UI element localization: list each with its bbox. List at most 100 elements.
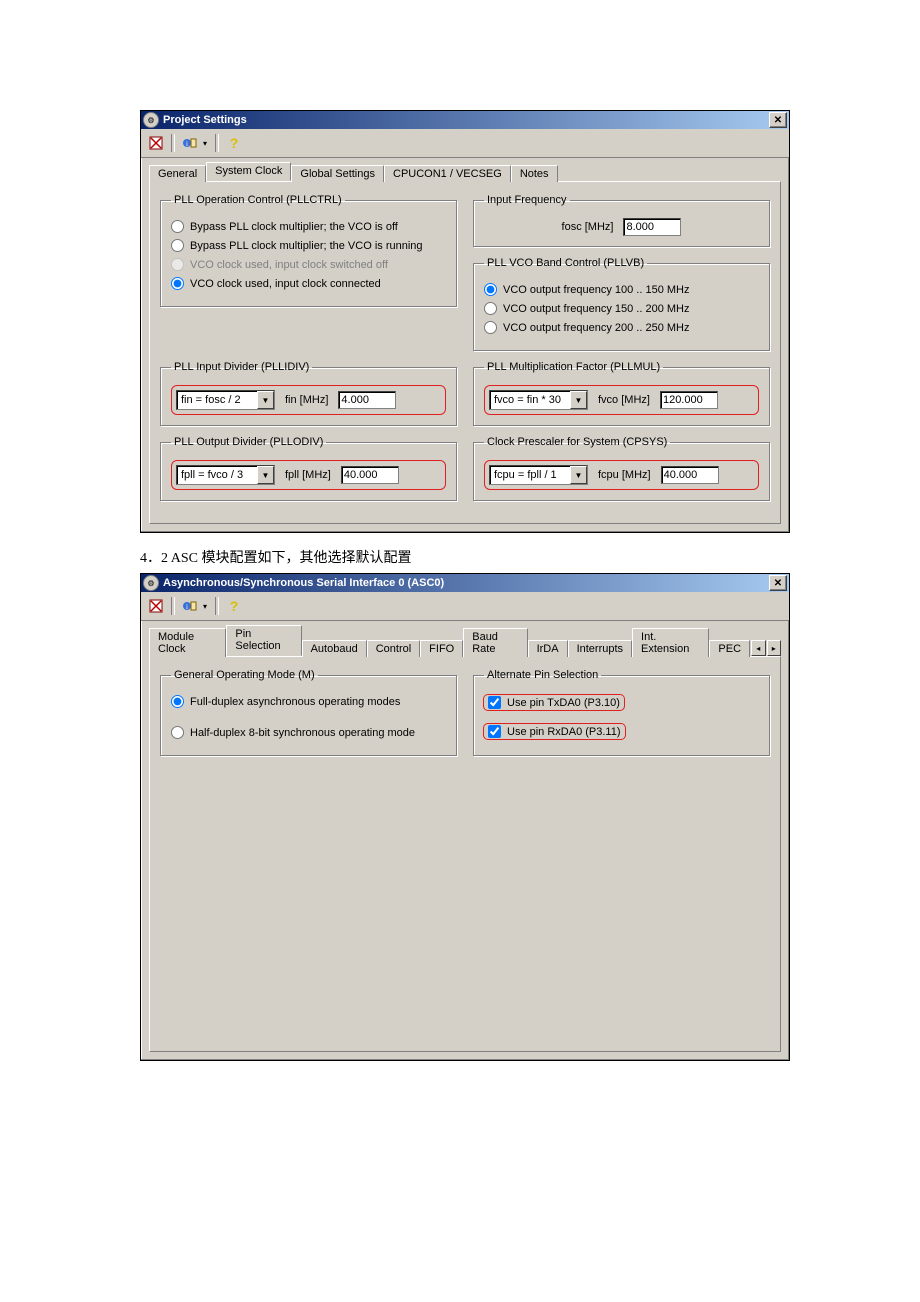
toolbar: i ▾ ?: [141, 129, 789, 158]
chevron-down-icon[interactable]: ▼: [257, 466, 274, 484]
fosc-label: fosc [MHz]: [562, 221, 614, 233]
pllctrl-opt1-radio[interactable]: [171, 239, 184, 252]
tab-irda[interactable]: IrDA: [528, 640, 568, 657]
pllctrl-opt0-radio[interactable]: [171, 220, 184, 233]
tab-autobaud[interactable]: Autobaud: [302, 640, 367, 657]
rxda0-label: Use pin RxDA0 (P3.11): [507, 726, 621, 738]
gom-opt1-radio[interactable]: [171, 726, 184, 739]
tab-global-settings[interactable]: Global Settings: [291, 165, 384, 182]
tab-interrupts[interactable]: Interrupts: [568, 640, 632, 657]
asc0-dialog: ⚙ Asynchronous/Synchronous Serial Interf…: [140, 573, 790, 1061]
fcpu-label: fcpu [MHz]: [598, 469, 651, 481]
fcpu-input[interactable]: [661, 466, 719, 484]
pllctrl-opt3-radio[interactable]: [171, 277, 184, 290]
tab-fifo[interactable]: FIFO: [420, 640, 463, 657]
tab-pin-selection[interactable]: Pin Selection: [226, 625, 301, 656]
pllodiv-legend: PLL Output Divider (PLLODIV): [171, 436, 326, 448]
txda0-label: Use pin TxDA0 (P3.10): [507, 697, 620, 709]
pllvb-opt2-label: VCO output frequency 200 .. 250 MHz: [503, 322, 690, 334]
tab-scroll-left-icon[interactable]: ◂: [751, 640, 765, 656]
tab-general[interactable]: General: [149, 165, 206, 182]
tab-pec[interactable]: PEC: [709, 640, 750, 657]
section-caption: 4．2 ASC 模块配置如下，其他选择默认配置: [140, 547, 790, 567]
pllctrl-opt0-label: Bypass PLL clock multiplier; the VCO is …: [190, 221, 398, 233]
pllidiv-combo[interactable]: fin = fosc / 2 ▼: [176, 390, 275, 410]
pllodiv-combo[interactable]: fpll = fvco / 3 ▼: [176, 465, 275, 485]
chevron-down-icon[interactable]: ▼: [570, 391, 587, 409]
pllvb-opt1-radio[interactable]: [484, 302, 497, 315]
gom-opt1-label: Half-duplex 8-bit synchronous operating …: [190, 727, 415, 739]
pllctrl-group: PLL Operation Control (PLLCTRL) Bypass P…: [160, 194, 457, 307]
titlebar: ⚙ Project Settings ✕: [141, 111, 789, 129]
fpll-label: fpll [MHz]: [285, 469, 331, 481]
pllvb-group: PLL VCO Band Control (PLLVB) VCO output …: [473, 257, 770, 351]
inputfreq-legend: Input Frequency: [484, 194, 570, 206]
fin-input[interactable]: [338, 391, 396, 409]
tab-control[interactable]: Control: [367, 640, 420, 657]
app-icon: ⚙: [143, 112, 159, 128]
pllctrl-opt2-label: VCO clock used, input clock switched off: [190, 259, 388, 271]
gom-opt0-label: Full-duplex asynchronous operating modes: [190, 696, 400, 708]
pllodiv-combo-value: fpll = fvco / 3: [179, 469, 257, 481]
close-button[interactable]: ✕: [769, 575, 787, 591]
pllidiv-group: PLL Input Divider (PLLIDIV) fin = fosc /…: [160, 361, 457, 426]
app-icon: ⚙: [143, 575, 159, 591]
gom-legend: General Operating Mode (M): [171, 669, 318, 681]
tab-baud-rate[interactable]: Baud Rate: [463, 628, 527, 657]
pllctrl-legend: PLL Operation Control (PLLCTRL): [171, 194, 345, 206]
toolbar: i ▾ ?: [141, 592, 789, 621]
pllvb-opt1-label: VCO output frequency 150 .. 200 MHz: [503, 303, 690, 315]
pllvb-opt2-radio[interactable]: [484, 321, 497, 334]
gom-group: General Operating Mode (M) Full-duplex a…: [160, 669, 457, 756]
toolbar-dropdown-icon[interactable]: ▾: [203, 602, 211, 611]
tab-panel: PLL Operation Control (PLLCTRL) Bypass P…: [149, 181, 781, 524]
cpsys-legend: Clock Prescaler for System (CPSYS): [484, 436, 670, 448]
fpll-input[interactable]: [341, 466, 399, 484]
help-icon[interactable]: ?: [223, 595, 245, 617]
cpsys-combo[interactable]: fcpu = fpll / 1 ▼: [489, 465, 588, 485]
pllctrl-opt3-label: VCO clock used, input clock connected: [190, 278, 381, 290]
fvco-input[interactable]: [660, 391, 718, 409]
svg-text:?: ?: [230, 598, 239, 614]
flag-icon[interactable]: [145, 595, 167, 617]
tab-int-extension[interactable]: Int. Extension: [632, 628, 709, 657]
pllctrl-opt1-label: Bypass PLL clock multiplier; the VCO is …: [190, 240, 423, 252]
tab-cpucon1-vecseg[interactable]: CPUCON1 / VECSEG: [384, 165, 511, 182]
pllvb-opt0-radio[interactable]: [484, 283, 497, 296]
help-icon[interactable]: ?: [223, 132, 245, 154]
pllodiv-group: PLL Output Divider (PLLODIV) fpll = fvco…: [160, 436, 457, 501]
altpin-group: Alternate Pin Selection Use pin TxDA0 (P…: [473, 669, 770, 756]
pllmul-combo[interactable]: fvco = fin * 30 ▼: [489, 390, 588, 410]
info-book-icon[interactable]: i: [179, 132, 201, 154]
info-book-icon[interactable]: i: [179, 595, 201, 617]
pllmul-group: PLL Multiplication Factor (PLLMUL) fvco …: [473, 361, 770, 426]
tab-panel: General Operating Mode (M) Full-duplex a…: [149, 656, 781, 1052]
svg-text:i: i: [186, 140, 188, 148]
window-title: Asynchronous/Synchronous Serial Interfac…: [163, 577, 769, 589]
fin-label: fin [MHz]: [285, 394, 328, 406]
toolbar-dropdown-icon[interactable]: ▾: [203, 139, 211, 148]
gom-opt0-radio[interactable]: [171, 695, 184, 708]
pllmul-legend: PLL Multiplication Factor (PLLMUL): [484, 361, 663, 373]
tab-module-clock[interactable]: Module Clock: [149, 628, 226, 657]
fosc-input[interactable]: [623, 218, 681, 236]
chevron-down-icon[interactable]: ▼: [257, 391, 274, 409]
pllmul-combo-value: fvco = fin * 30: [492, 394, 570, 406]
tab-notes[interactable]: Notes: [511, 165, 558, 182]
svg-text:?: ?: [230, 135, 239, 151]
txda0-checkbox[interactable]: [488, 696, 501, 709]
pllidiv-legend: PLL Input Divider (PLLIDIV): [171, 361, 312, 373]
inputfreq-group: Input Frequency fosc [MHz]: [473, 194, 770, 247]
chevron-down-icon[interactable]: ▼: [570, 466, 587, 484]
altpin-legend: Alternate Pin Selection: [484, 669, 601, 681]
tab-scroll-right-icon[interactable]: ▸: [767, 640, 781, 656]
project-settings-dialog: ⚙ Project Settings ✕ i ▾ ? General Syste…: [140, 110, 790, 533]
flag-icon[interactable]: [145, 132, 167, 154]
pllvb-legend: PLL VCO Band Control (PLLVB): [484, 257, 647, 269]
titlebar: ⚙ Asynchronous/Synchronous Serial Interf…: [141, 574, 789, 592]
cpsys-combo-value: fcpu = fpll / 1: [492, 469, 570, 481]
tab-system-clock[interactable]: System Clock: [206, 162, 291, 181]
rxda0-checkbox[interactable]: [488, 725, 501, 738]
tab-strip: Module Clock Pin Selection Autobaud Cont…: [141, 621, 789, 656]
close-button[interactable]: ✕: [769, 112, 787, 128]
